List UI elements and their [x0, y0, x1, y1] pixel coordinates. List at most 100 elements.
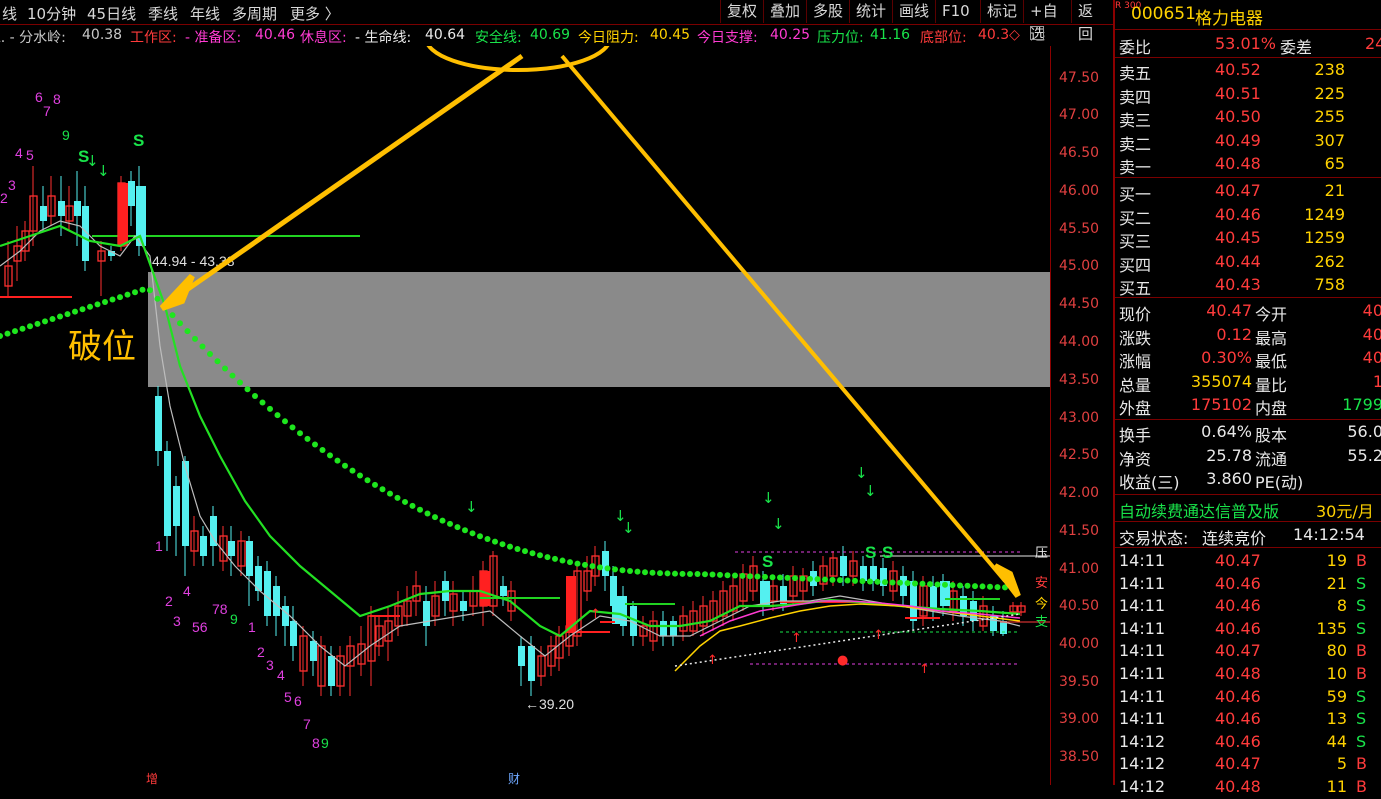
candle-body: [840, 556, 847, 576]
stat-label: 最低: [1255, 352, 1288, 371]
tick-time: 14:11: [1119, 573, 1166, 593]
lifeline-dot: [34, 320, 41, 327]
period-tab-partial[interactable]: 线: [2, 3, 17, 24]
lifeline-dot: [379, 486, 386, 493]
candle-body: [58, 201, 65, 216]
lifeline-dot: [447, 520, 453, 527]
svg-text:4: 4: [277, 667, 285, 683]
lifeline-dot: [604, 565, 611, 572]
promo-row[interactable]: 自动续费通达信普及版 30元/月: [1115, 497, 1381, 522]
svg-text:1: 1: [248, 619, 256, 635]
lifeline-dot: [177, 320, 183, 327]
kline-chart[interactable]: 44.94 - 43.38 687 9 45 32 1 24 3 56 78 9 1: [0, 46, 1113, 785]
candle-body: [228, 541, 235, 556]
tick-volume: 135: [1316, 618, 1347, 638]
back-button[interactable]: 返回: [1071, 0, 1113, 43]
lifeline-dot: [147, 287, 153, 294]
add-watchlist-button[interactable]: +自选: [1023, 0, 1071, 43]
ask-label: 卖四: [1119, 87, 1152, 107]
trade-state-value: 连续竞价: [1202, 529, 1267, 548]
lifeline-dot: [979, 583, 986, 590]
axis-tick: 38.50: [1059, 749, 1100, 765]
lifeline-dot: [739, 572, 746, 579]
lifeline-dot: [297, 430, 303, 437]
tick-price: 40.46: [1215, 596, 1261, 616]
lifeline-dot: [837, 577, 843, 584]
kline-canvas: 44.94 - 43.38 6 87 9 45 32 1 24 3 56 789 1: [0, 46, 1050, 785]
tick-volume: 5: [1336, 754, 1347, 774]
lifeline-dot: [544, 554, 551, 561]
ask-volume: 307: [1314, 130, 1345, 150]
lifeline-dot: [282, 418, 288, 425]
lifeline-dot: [987, 583, 993, 590]
lifeline-dot: [454, 524, 461, 531]
lifeline-dot: [184, 328, 191, 335]
lifeline-dot: [709, 571, 716, 578]
tick-time: 14:11: [1119, 551, 1166, 570]
indicator-value: 40.25: [770, 27, 811, 43]
legend-settings-icon[interactable]: [1030, 26, 1044, 40]
lifeline-dot: [484, 535, 491, 542]
mark-button[interactable]: 标记: [980, 0, 1023, 23]
trade-state-label: 交易状态:: [1119, 529, 1189, 548]
lifeline-dot: [822, 576, 828, 583]
lifeline-dot: [402, 498, 408, 505]
axis-tick: 47.50: [1059, 70, 1100, 86]
pointer-arrow-left: [176, 53, 524, 299]
lifeline-dot: [612, 566, 618, 573]
stat-value: 55.2: [1347, 445, 1381, 465]
svg-text:7: 7: [43, 103, 51, 119]
lifeline-dot: [574, 560, 581, 567]
trade-time: 14:12:54: [1293, 525, 1365, 544]
tick-price: 40.46: [1215, 618, 1261, 638]
low-price-label: ←39.20: [525, 696, 574, 712]
lifeline-dot: [619, 567, 626, 574]
period-tab-45day[interactable]: 45日线: [87, 3, 136, 24]
tick-side: B: [1356, 754, 1367, 774]
stat-row: 现价 40.47 今开 40: [1115, 300, 1381, 324]
stat-value: 3.860: [1206, 469, 1252, 488]
stat-row: 涨幅 0.30% 最低 40: [1115, 347, 1381, 371]
draw-line-button[interactable]: 画线: [892, 0, 935, 23]
tick-row: 14:11 40.46 8 S: [1115, 595, 1381, 618]
tick-row: 14:11 40.47 19 B: [1115, 550, 1381, 573]
candle-body-large: [760, 581, 770, 606]
tick-volume: 8: [1336, 596, 1347, 616]
lifeline-dot: [552, 555, 558, 562]
f10-button[interactable]: F10: [935, 0, 980, 23]
period-tab-multi[interactable]: 多周期: [232, 3, 277, 24]
period-tab-10min[interactable]: 10分钟: [27, 3, 76, 24]
lifeline-dot: [537, 552, 543, 559]
statistics-button[interactable]: 统计: [849, 0, 892, 23]
promo-price[interactable]: 30元/月: [1316, 498, 1374, 522]
lifeline-dot: [477, 533, 483, 540]
ask-volume: 65: [1324, 154, 1345, 173]
period-tab-quarter[interactable]: 季线: [148, 3, 178, 24]
tick-time: 14:11: [1119, 618, 1166, 638]
tick-side: S: [1356, 573, 1367, 593]
period-tab-year[interactable]: 年线: [190, 3, 220, 24]
promo-text[interactable]: 自动续费通达信普及版: [1119, 498, 1279, 522]
tick-volume: 59: [1326, 686, 1347, 706]
lifeline-dot: [994, 584, 1001, 591]
ask-row: 卖一 40.48 65: [1115, 153, 1381, 177]
lifeline-dot: [732, 572, 738, 579]
axis-tick: 46.00: [1059, 183, 1100, 199]
indicator-value: 40.38: [82, 27, 123, 43]
candle-body: [164, 451, 171, 536]
restore-rights-button[interactable]: 复权: [720, 0, 763, 23]
stat-row: 涨跌 0.12 最高 40: [1115, 324, 1381, 348]
more-menu-button[interactable]: 更多 〉: [290, 3, 340, 24]
stock-name: 格力电器: [1195, 9, 1263, 29]
multi-stock-button[interactable]: 多股: [806, 0, 849, 23]
ask-price: 40.51: [1215, 83, 1261, 103]
lifeline-dot: [432, 514, 438, 521]
svg-text:8: 8: [53, 91, 61, 107]
indicator-label: 休息区:: [300, 30, 347, 46]
lifeline-dot: [417, 506, 423, 513]
overlay-button[interactable]: 叠加: [763, 0, 806, 23]
svg-text:S: S: [762, 552, 773, 571]
lifeline-dot: [42, 318, 48, 325]
tick-side: S: [1356, 618, 1367, 638]
trade-state-row: 交易状态: 连续竞价 14:12:54: [1115, 524, 1381, 548]
